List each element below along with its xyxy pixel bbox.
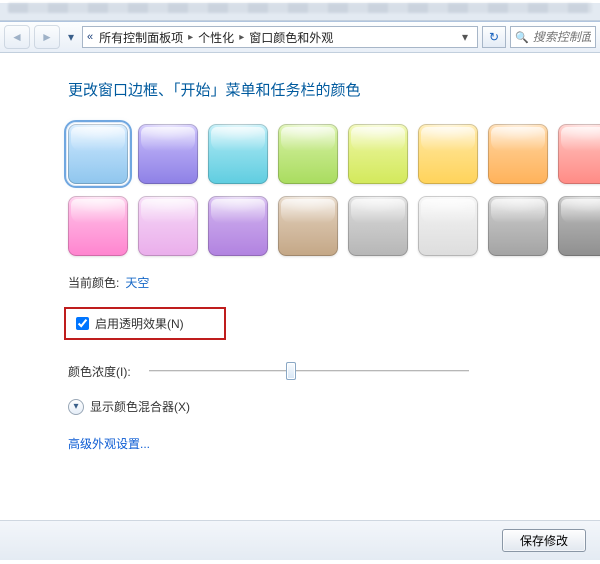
show-color-mixer-row[interactable]: ▾ 显示颜色混合器(X) [68, 398, 580, 415]
transparency-option-highlight: 启用透明效果(N) [64, 307, 226, 340]
enable-transparency-checkbox[interactable] [76, 317, 89, 330]
color-swatch[interactable] [208, 196, 268, 256]
color-swatch[interactable] [138, 124, 198, 184]
color-intensity-slider[interactable] [149, 362, 469, 380]
color-swatch[interactable] [68, 124, 128, 184]
nav-forward-button[interactable]: ► [34, 25, 60, 49]
current-color-label: 当前颜色: [68, 274, 119, 291]
breadcrumb[interactable]: « 所有控制面板项 ▸ 个性化 ▸ 窗口颜色和外观 ▾ [82, 26, 478, 48]
arrow-left-icon: ◄ [11, 30, 23, 44]
breadcrumb-item[interactable]: 所有控制面板项 [99, 29, 183, 46]
address-dropdown-icon[interactable]: ▾ [457, 30, 473, 44]
color-swatch[interactable] [418, 196, 478, 256]
color-swatch[interactable] [488, 124, 548, 184]
chevron-right-icon: ▸ [187, 32, 194, 43]
nav-back-button[interactable]: ◄ [4, 25, 30, 49]
page-title: 更改窗口边框、「开始」菜单和任务栏的颜色 [68, 79, 580, 100]
search-input[interactable] [533, 30, 591, 44]
color-intensity-label: 颜色浓度(I): [68, 363, 131, 380]
breadcrumb-item[interactable]: 个性化 [198, 29, 234, 46]
color-swatch[interactable] [68, 196, 128, 256]
breadcrumb-item[interactable]: 窗口颜色和外观 [249, 29, 333, 46]
color-swatch[interactable] [558, 196, 600, 256]
nav-history-dropdown[interactable]: ▾ [64, 25, 78, 49]
color-swatch[interactable] [348, 196, 408, 256]
show-color-mixer-label: 显示颜色混合器(X) [90, 398, 190, 415]
chevron-down-icon[interactable]: ▾ [68, 399, 84, 415]
color-swatch[interactable] [278, 124, 338, 184]
arrow-right-icon: ► [41, 30, 53, 44]
advanced-appearance-link[interactable]: 高级外观设置... [68, 435, 580, 452]
command-bar: 保存修改 [0, 520, 600, 560]
refresh-icon: ↻ [489, 30, 499, 44]
color-swatch[interactable] [348, 124, 408, 184]
color-swatch[interactable] [208, 124, 268, 184]
color-intensity-row: 颜色浓度(I): [68, 362, 580, 380]
color-swatch[interactable] [558, 124, 600, 184]
current-color-row: 当前颜色: 天空 [68, 274, 580, 291]
color-swatch-grid [68, 124, 580, 256]
chevron-right-icon: ▸ [238, 32, 245, 43]
color-swatch[interactable] [418, 124, 478, 184]
page-content: 更改窗口边框、「开始」菜单和任务栏的颜色 当前颜色: 天空 启用透明效果(N) … [0, 53, 600, 462]
color-swatch[interactable] [278, 196, 338, 256]
search-icon: 🔍 [515, 31, 529, 44]
slider-track [149, 370, 469, 372]
enable-transparency-label[interactable]: 启用透明效果(N) [95, 315, 184, 332]
search-box[interactable]: 🔍 [510, 26, 596, 48]
refresh-button[interactable]: ↻ [482, 26, 506, 48]
current-color-value: 天空 [125, 274, 149, 291]
color-swatch[interactable] [488, 196, 548, 256]
window-titlebar-blur [0, 3, 600, 21]
save-button[interactable]: 保存修改 [502, 529, 586, 552]
chevrons-left-icon: « [87, 31, 95, 43]
color-swatch[interactable] [138, 196, 198, 256]
explorer-toolbar: ◄ ► ▾ « 所有控制面板项 ▸ 个性化 ▸ 窗口颜色和外观 ▾ ↻ 🔍 [0, 21, 600, 53]
slider-thumb[interactable] [286, 362, 296, 380]
